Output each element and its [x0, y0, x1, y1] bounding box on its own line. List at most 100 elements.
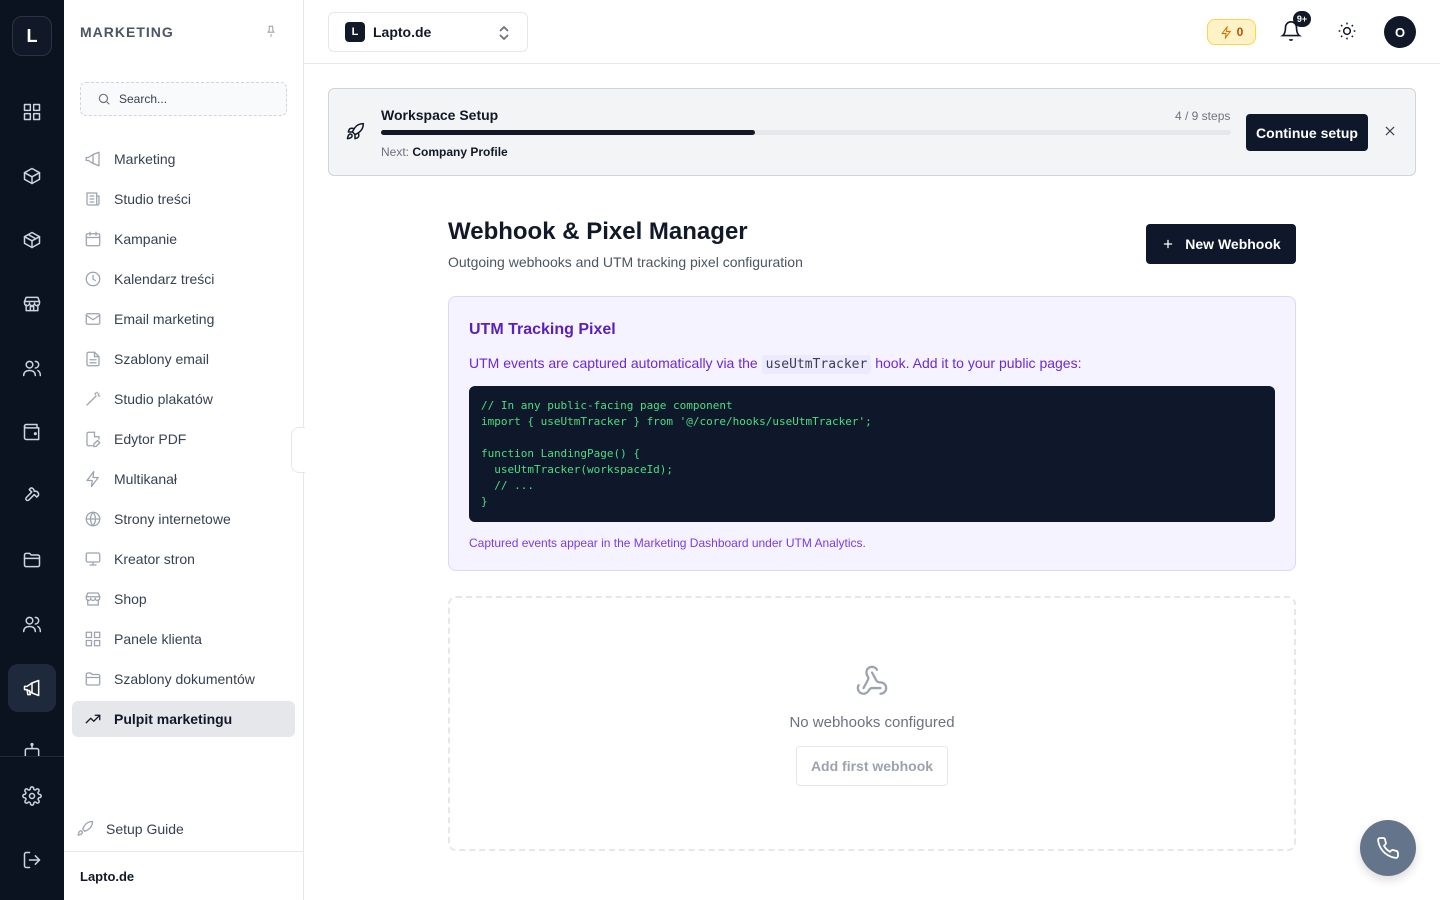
workspace-select[interactable]: L Lapto.de [328, 12, 528, 52]
sidebar-item-label: Studio treści [114, 191, 192, 207]
rocket-icon [77, 820, 94, 836]
notifications-button[interactable]: 9+ [1280, 11, 1311, 44]
sidebar-item-szablony-dokumentow[interactable]: Szablony dokumentów [72, 661, 295, 697]
rail-inventory-button[interactable] [8, 216, 56, 264]
sidebar-item-label: Szablony dokumentów [114, 671, 255, 687]
logout-icon [23, 851, 41, 869]
rail-logout-button[interactable] [8, 836, 56, 884]
sidebar-item-label: Kreator stron [114, 551, 195, 567]
sidebar-search-input[interactable]: Search... [80, 82, 287, 116]
utm-card-note: Captured events appear in the Marketing … [469, 536, 866, 550]
new-webhook-button[interactable]: New Webhook [1146, 224, 1296, 264]
clock-icon [85, 271, 101, 287]
rail-files-button[interactable] [8, 536, 56, 584]
collapse-sidebar-handle[interactable] [291, 427, 305, 473]
sidebar-item-label: Edytor PDF [114, 431, 187, 447]
rail-marketing-button[interactable] [8, 664, 56, 712]
credits-count: 0 [1236, 25, 1244, 39]
sidebar-item-multikanal[interactable]: Multikanał [72, 461, 295, 497]
empty-state-text: No webhooks configured [789, 714, 955, 731]
dismiss-setup-button[interactable] [1383, 124, 1399, 140]
rail-tools-button[interactable] [8, 472, 56, 520]
wand-icon [86, 391, 101, 406]
calendar-icon [85, 231, 101, 247]
sidebar-item-pulpit-marketingu[interactable]: Pulpit marketingu [72, 701, 295, 737]
theme-toggle-button[interactable] [1337, 21, 1359, 43]
rail-products-button[interactable] [8, 152, 56, 200]
rail-settings-button[interactable] [8, 772, 56, 820]
sidebar-item-szablony-email[interactable]: Szablony email [72, 341, 295, 377]
sidebar-item-studio-plakatow[interactable]: Studio plakatów [72, 381, 295, 417]
rail-automation-button[interactable] [8, 728, 56, 756]
rocket-icon [345, 122, 367, 144]
sidebar-item-label: Multikanał [114, 471, 178, 487]
sidebar-item-email-marketing[interactable]: Email marketing [72, 301, 295, 337]
continue-setup-button[interactable]: Continue setup [1246, 114, 1368, 151]
call-support-button[interactable] [1360, 820, 1416, 876]
wallet-icon [23, 423, 40, 441]
utm-code-block: // In any public-facing page component i… [469, 386, 1275, 522]
webhooks-empty-state: No webhooks configured Add first webhook [448, 596, 1296, 851]
sidebar-item-panele-klienta[interactable]: Panele klienta [72, 621, 295, 657]
rail-contacts-button[interactable] [8, 344, 56, 392]
folder-icon [23, 552, 41, 568]
utm-hook-name: useUtmTracker [761, 355, 872, 374]
rail-dashboard-button[interactable] [8, 88, 56, 136]
rail-store-button[interactable] [8, 280, 56, 328]
add-first-webhook-button[interactable]: Add first webhook [796, 746, 948, 786]
sidebar-item-label: Marketing [114, 151, 176, 167]
sidebar-item-label: Studio plakatów [114, 391, 213, 407]
zap-icon [1220, 25, 1232, 39]
rail-wallet-button[interactable] [8, 408, 56, 456]
sidebar-item-label: Pulpit marketingu [114, 711, 233, 727]
file-text-icon [86, 351, 100, 367]
newspaper-icon [86, 192, 100, 206]
box-icon [23, 231, 41, 249]
rail-team-button[interactable] [8, 600, 56, 648]
sidebar-item-edytor-pdf[interactable]: Edytor PDF [72, 421, 295, 457]
chevron-up-down-icon [497, 25, 511, 41]
file-edit-icon [86, 431, 101, 448]
search-icon [98, 93, 110, 105]
setup-next-step: Next: Company Profile [381, 145, 508, 159]
users-icon [22, 360, 42, 377]
user-avatar[interactable]: O [1384, 16, 1416, 48]
workspace-setup-banner: Workspace Setup 4 / 9 steps Next: Compan… [328, 88, 1416, 176]
setup-guide-link[interactable]: Setup Guide [76, 820, 184, 838]
box-icon [23, 167, 41, 185]
sidebar-item-label: Panele klienta [114, 631, 202, 647]
monitor-icon [85, 552, 101, 566]
mail-icon [85, 313, 101, 325]
workspace-name: Lapto.de [373, 24, 432, 40]
grid-icon [85, 631, 101, 647]
sidebar-item-shop[interactable]: Shop [72, 581, 295, 617]
store-icon [85, 592, 101, 606]
icon-rail: L [0, 0, 64, 900]
credits-badge[interactable]: 0 [1207, 19, 1256, 45]
sidebar-item-label: Kampanie [114, 231, 178, 247]
utm-desc-after: hook. Add it to your public pages: [875, 355, 1082, 371]
utm-card-title: UTM Tracking Pixel [469, 321, 616, 338]
sun-icon [1338, 22, 1356, 40]
globe-icon [85, 511, 101, 527]
pin-sidebar-button[interactable] [264, 24, 280, 40]
robot-icon [24, 742, 40, 756]
top-bar: L Lapto.de 0 9+ O [304, 0, 1440, 64]
sidebar-item-strony-internetowe[interactable]: Strony internetowe [72, 501, 295, 537]
sidebar-item-kalendarz-tresci[interactable]: Kalendarz treści [72, 261, 295, 297]
gear-icon [22, 786, 42, 806]
app-logo[interactable]: L [12, 16, 52, 56]
new-webhook-label: New Webhook [1185, 236, 1281, 252]
marketing-sidebar: MARKETING Search... Marketing Studio tre… [64, 0, 304, 900]
sidebar-item-studio-tresci[interactable]: Studio treści [72, 181, 295, 217]
megaphone-icon [85, 151, 100, 167]
sidebar-title: MARKETING [80, 24, 174, 40]
utm-card-description: UTM events are captured automatically vi… [469, 355, 1082, 374]
sidebar-item-kreator-stron[interactable]: Kreator stron [72, 541, 295, 577]
trending-up-icon [85, 714, 101, 724]
sidebar-item-kampanie[interactable]: Kampanie [72, 221, 295, 257]
sidebar-item-marketing[interactable]: Marketing [72, 141, 295, 177]
notifications-badge: 9+ [1293, 11, 1311, 27]
store-icon [23, 296, 41, 312]
grid-icon [23, 103, 41, 121]
